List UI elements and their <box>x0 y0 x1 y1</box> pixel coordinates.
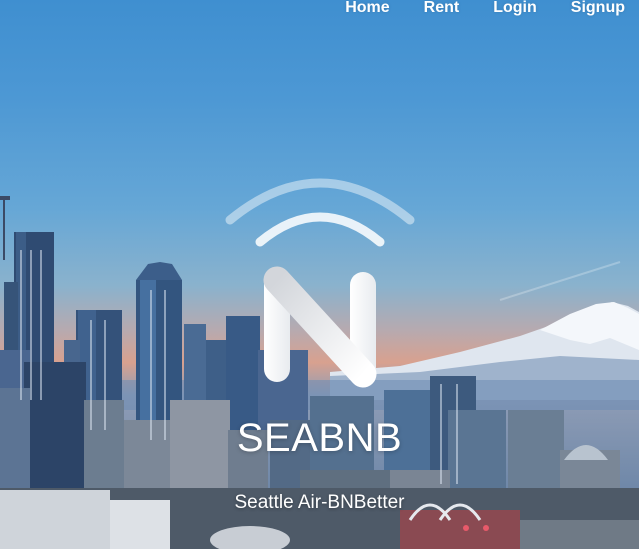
site-title: SEABNB <box>236 416 403 460</box>
nav-rent-link[interactable]: Rent <box>424 0 460 16</box>
hero-section: Home Rent Login Signup SEABNB Seattle Ai… <box>0 0 639 549</box>
nav-home-link[interactable]: Home <box>345 0 389 16</box>
site-tagline: Seattle Air-BNBetter <box>234 492 405 513</box>
nav-login-link[interactable]: Login <box>493 0 537 16</box>
n-wifi-logo-icon <box>225 178 415 388</box>
nav-signup-link[interactable]: Signup <box>571 0 625 16</box>
main-navigation: Home Rent Login Signup <box>345 0 625 20</box>
